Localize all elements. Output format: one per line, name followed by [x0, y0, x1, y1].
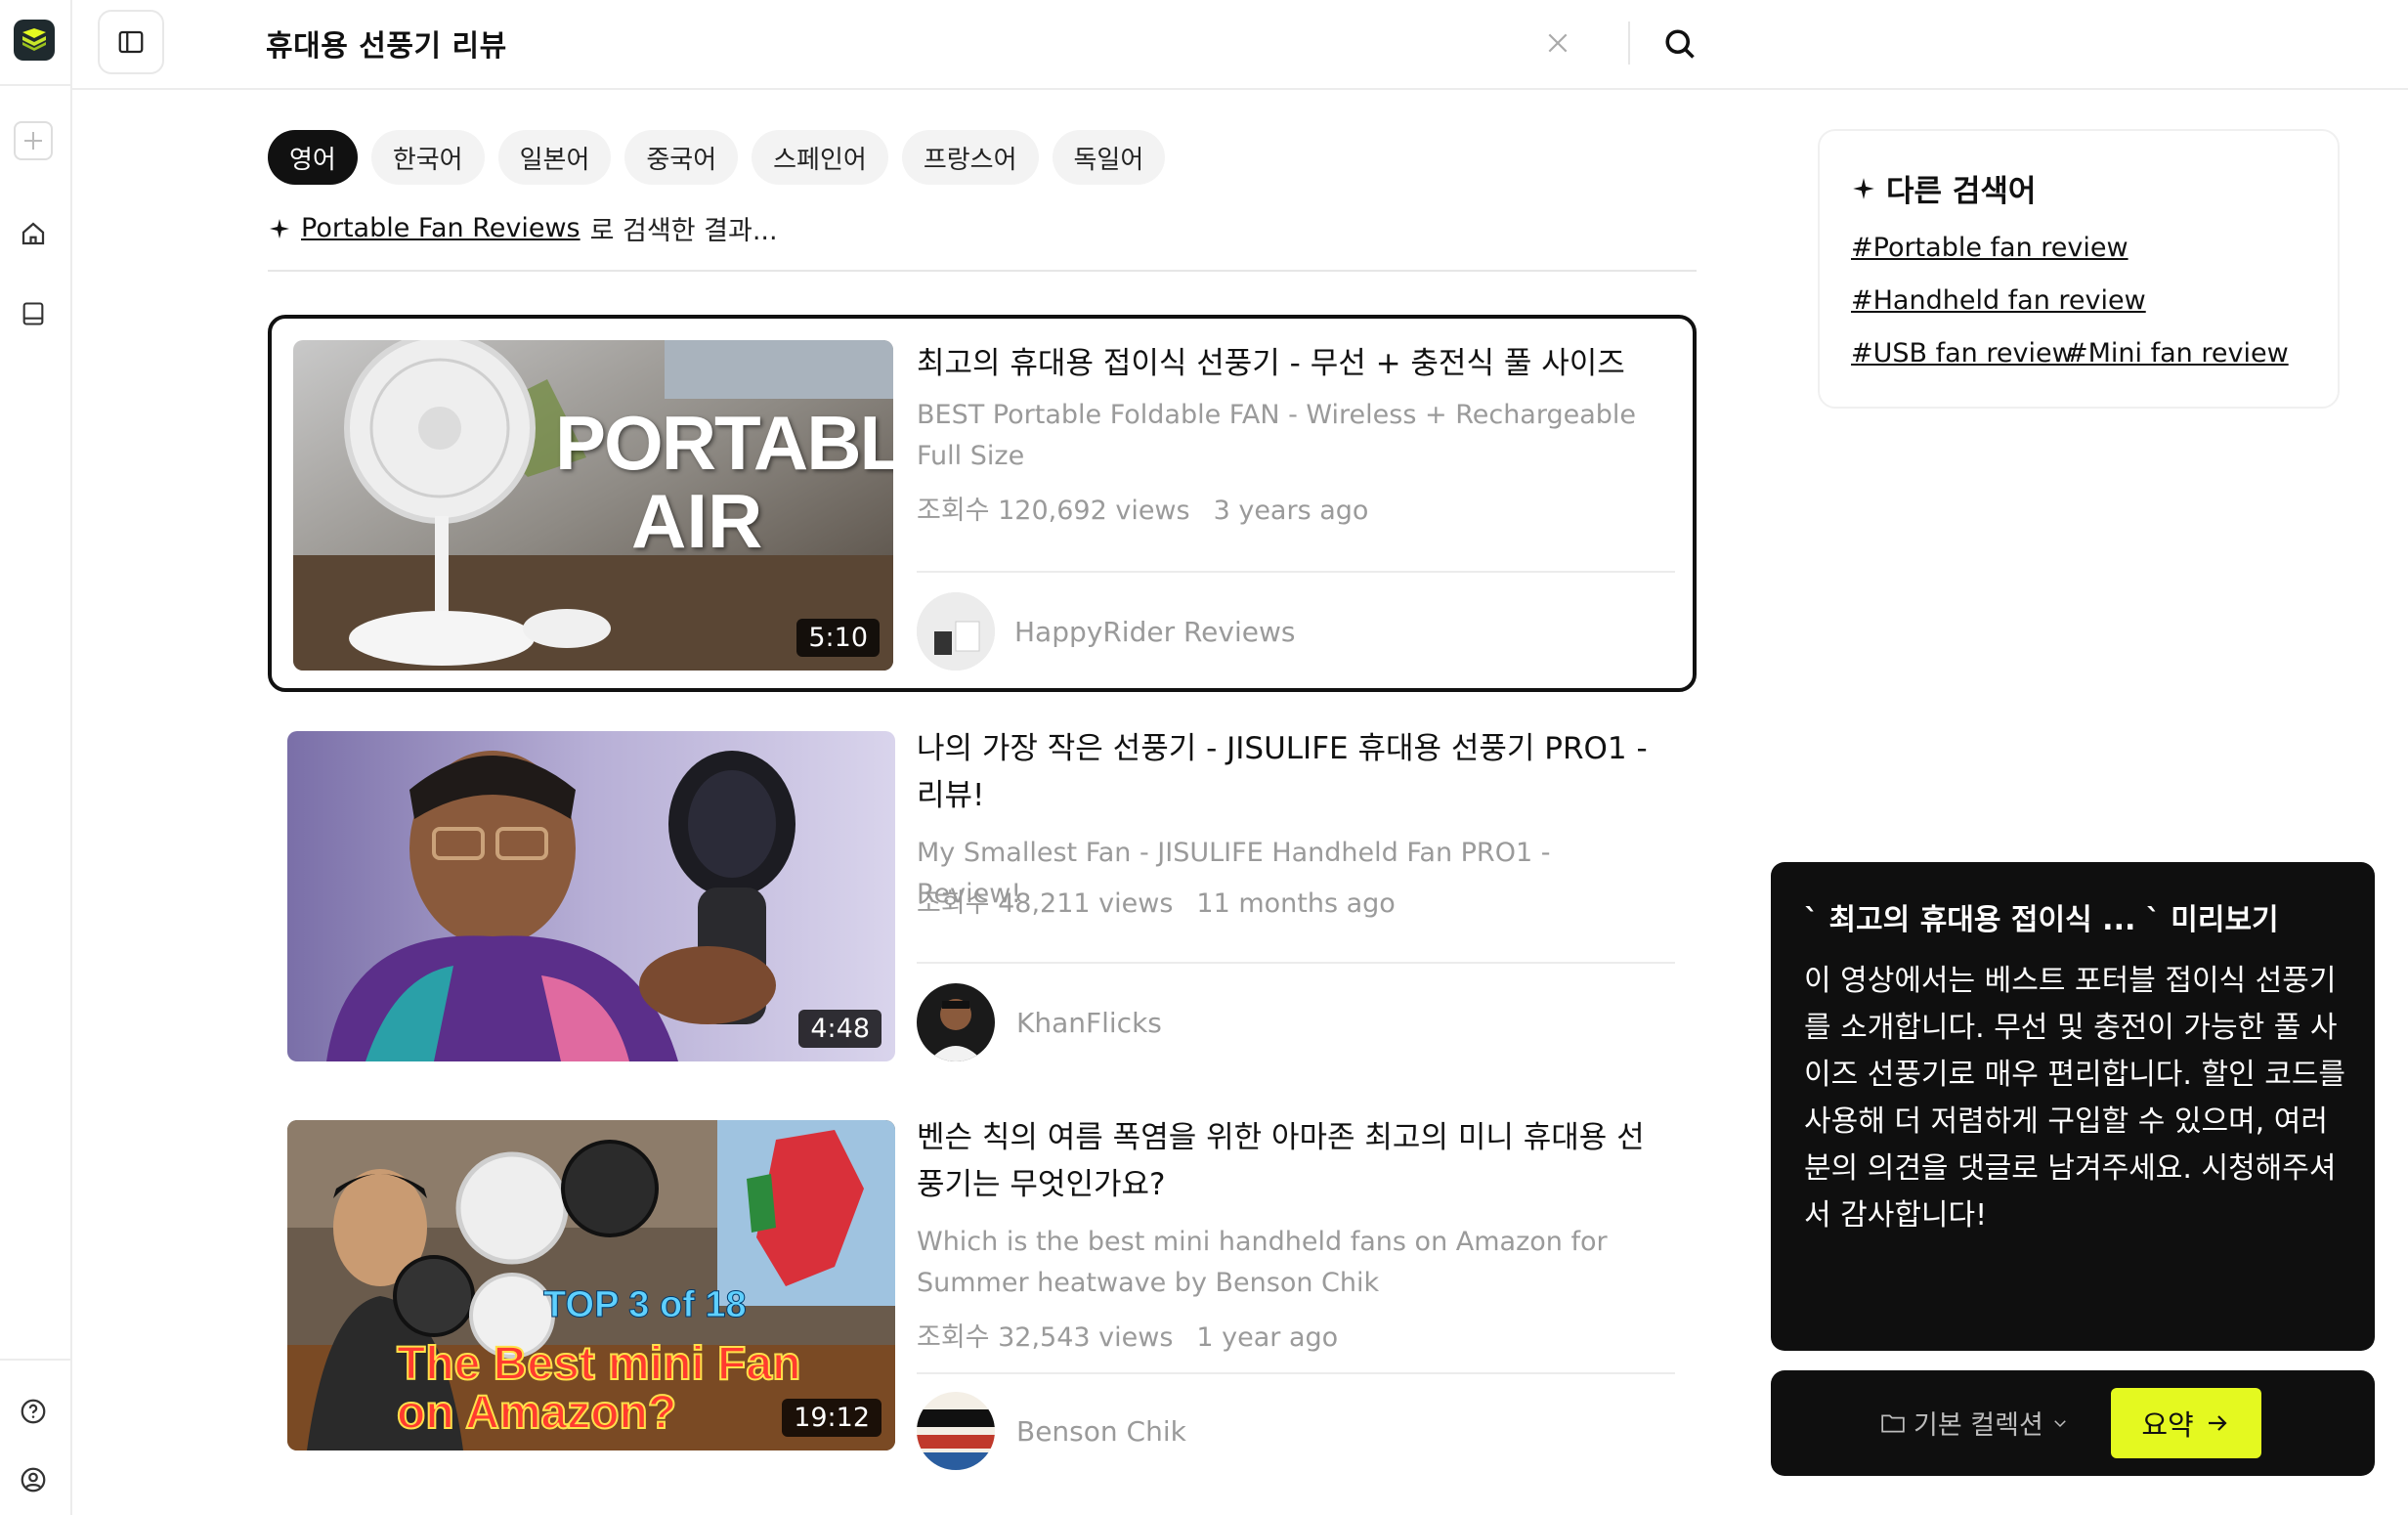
book-icon	[22, 302, 44, 325]
upload-age: 1 year ago	[1196, 1322, 1339, 1353]
collection-select[interactable]: 기본 컬렉션	[1880, 1404, 2069, 1442]
video-meta: 조회수 120,692 views 3 years ago	[917, 489, 1368, 527]
sparkle-icon	[270, 218, 289, 238]
tab-german[interactable]: 독일어	[1052, 130, 1166, 185]
video-meta: 조회수 32,543 views 1 year ago	[917, 1316, 1338, 1354]
view-count: 조회수 120,692 views	[917, 496, 1190, 526]
preview-summary: 이 영상에서는 베스트 포터블 접이식 선풍기를 소개합니다. 무선 및 충전이…	[1804, 964, 2346, 1233]
video-thumbnail[interactable]: 4:48	[287, 731, 895, 1061]
result-card[interactable]: PORTABLE AIR 5:10 최고의 휴대용 접이식 선풍기 - 무선 +…	[268, 315, 1697, 692]
tab-korean[interactable]: 한국어	[370, 130, 485, 185]
rail-divider	[0, 1359, 70, 1361]
duration-badge: 4:48	[798, 1010, 882, 1048]
plus-icon	[24, 132, 42, 150]
account-button[interactable]	[17, 1463, 50, 1496]
searched-for-line: Portable Fan Reviews 로 검색한 결과...	[268, 209, 778, 247]
channel-name[interactable]: Benson Chik	[1016, 1415, 1186, 1448]
channel-avatar[interactable]	[917, 592, 995, 671]
home-button[interactable]	[17, 217, 50, 250]
clear-search-button[interactable]	[1538, 23, 1577, 63]
view-count: 조회수 32,543 views	[917, 1322, 1174, 1353]
left-rail	[0, 0, 72, 1515]
video-title[interactable]: 나의 가장 작은 선풍기 - JISULIFE 휴대용 선풍기 PRO1 - 리…	[917, 725, 1659, 819]
tab-chinese[interactable]: 중국어	[624, 130, 739, 185]
related-tag[interactable]: #Portable fan review	[1851, 233, 2128, 263]
video-thumbnail[interactable]: TOP 3 of 18 The Best mini Fan on Amazon?…	[287, 1120, 895, 1450]
sparkle-icon	[1853, 177, 1874, 199]
upload-age: 3 years ago	[1213, 496, 1369, 526]
rail-divider	[0, 84, 70, 86]
video-title[interactable]: 벤슨 칙의 여름 폭염을 위한 아마존 최고의 미니 휴대용 선풍기는 무엇인가…	[917, 1114, 1659, 1208]
tab-japanese[interactable]: 일본어	[497, 130, 612, 185]
video-original-title: BEST Portable Foldable FAN - Wireless + …	[917, 400, 1637, 471]
thumbnail-caption: The Best mini Fan	[396, 1337, 801, 1391]
sidebar-toggle-button[interactable]	[98, 10, 164, 74]
duration-badge: 5:10	[796, 619, 880, 657]
channel-name[interactable]: HappyRider Reviews	[1014, 616, 1295, 648]
preview-panel: ` 최고의 휴대용 접이식 ... ` 미리보기 이 영상에서는 베스트 포터블…	[1771, 862, 2375, 1351]
preview-title: ` 최고의 휴대용 접이식 ... ` 미리보기	[1804, 903, 2279, 937]
channel-name[interactable]: KhanFlicks	[1016, 1007, 1162, 1039]
summary-button[interactable]: 요약	[2111, 1388, 2261, 1458]
new-chat-button[interactable]	[14, 121, 53, 160]
related-searches-title: 다른 검색어	[1851, 166, 2036, 210]
language-tabs: 영어 한국어 일본어 중국어 스페인어 프랑스어 독일어	[268, 130, 1166, 185]
arrow-right-icon	[2208, 1415, 2227, 1431]
user-icon	[21, 1467, 46, 1493]
tab-english[interactable]: 영어	[268, 130, 358, 185]
result-card[interactable]: TOP 3 of 18 The Best mini Fan on Amazon?…	[268, 1120, 1697, 1482]
folder-icon	[1881, 1414, 1905, 1433]
video-title[interactable]: 최고의 휴대용 접이식 선풍기 - 무선 + 충전식 풀 사이즈	[917, 340, 1659, 387]
app-logo-icon[interactable]	[14, 20, 55, 61]
search-button[interactable]	[1656, 20, 1704, 68]
view-count: 조회수 48,211 views	[917, 888, 1174, 919]
tab-french[interactable]: 프랑스어	[901, 130, 1039, 185]
upload-age: 11 months ago	[1196, 888, 1396, 919]
summary-label: 요약	[2141, 1408, 2194, 1442]
divider	[917, 571, 1675, 573]
help-button[interactable]	[17, 1395, 50, 1428]
video-thumbnail[interactable]: PORTABLE AIR 5:10	[293, 340, 893, 671]
close-icon	[1548, 33, 1568, 53]
result-card[interactable]: 4:48 나의 가장 작은 선풍기 - JISULIFE 휴대용 선풍기 PRO…	[268, 731, 1697, 1063]
thumbnail-caption: PORTABLE	[555, 400, 893, 486]
thumbnail-caption: TOP 3 of 18	[543, 1284, 748, 1326]
help-icon	[21, 1399, 46, 1424]
divider	[1628, 22, 1630, 65]
searched-for-suffix: 로 검색한 결과...	[589, 216, 778, 246]
divider	[268, 270, 1697, 272]
related-tag[interactable]: #USB fan review	[1851, 338, 2074, 368]
translated-query-link[interactable]: Portable Fan Reviews	[301, 213, 580, 243]
divider	[917, 1372, 1675, 1374]
divider	[917, 962, 1675, 964]
search-input[interactable]: 휴대용 선풍기 리뷰	[266, 22, 507, 65]
sidebar-icon	[118, 30, 144, 54]
home-icon	[22, 222, 45, 245]
channel-avatar[interactable]	[917, 983, 995, 1061]
channel-avatar[interactable]	[917, 1392, 995, 1470]
related-searches-card: 다른 검색어 #Portable fan review #Handheld fa…	[1818, 129, 2340, 409]
related-tag[interactable]: #Mini fan review	[2066, 338, 2289, 368]
chevron-down-icon	[2054, 1419, 2066, 1427]
related-tag[interactable]: #Handheld fan review	[1851, 285, 2146, 316]
tab-spanish[interactable]: 스페인어	[752, 130, 888, 185]
library-button[interactable]	[17, 297, 50, 330]
collection-label: 기본 컬렉션	[1914, 1410, 2043, 1441]
top-bar: 휴대용 선풍기 리뷰	[72, 0, 2408, 90]
video-original-title: Which is the best mini handheld fans on …	[917, 1227, 1608, 1298]
duration-badge: 19:12	[782, 1399, 882, 1437]
thumbnail-caption: AIR	[631, 478, 763, 564]
related-title-text: 다른 검색어	[1886, 174, 2037, 209]
search-icon	[1665, 29, 1695, 59]
thumbnail-caption: on Amazon?	[396, 1386, 677, 1440]
action-bar: 기본 컬렉션 요약	[1771, 1370, 2375, 1476]
video-meta: 조회수 48,211 views 11 months ago	[917, 882, 1396, 920]
